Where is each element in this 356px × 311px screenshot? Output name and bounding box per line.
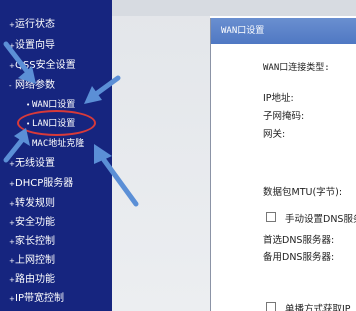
sidebar-item-routing[interactable]: +路由功能 xyxy=(9,272,55,288)
gateway-label: 网关: xyxy=(263,129,286,140)
subnet-mask-label: 子网掩码: xyxy=(263,111,305,122)
sidebar-item-running-status[interactable]: +运行状态 xyxy=(9,17,55,33)
sidebar-item-parental[interactable]: +家长控制 xyxy=(9,234,55,250)
ip-address-label: IP地址: xyxy=(263,93,294,104)
sidebar-item-setup-wizard[interactable]: +设置向导 xyxy=(9,38,55,54)
sidebar-item-label: QSS安全设置 xyxy=(15,60,76,71)
primary-dns-label: 首选DNS服务器: xyxy=(263,235,335,246)
wan-connection-type-label: WAN口连接类型: xyxy=(263,63,330,73)
sidebar-item-label: 设置向导 xyxy=(15,40,55,51)
sidebar-item-label: 上网控制 xyxy=(15,255,55,266)
unicast-checkbox[interactable] xyxy=(266,302,276,311)
sidebar-menu: +运行状态 +设置向导 +QSS安全设置 - 网络参数 • WAN口设置 • LAN口… xyxy=(0,0,112,311)
content-gutter xyxy=(112,0,210,311)
sidebar-item-qss-security[interactable]: +QSS安全设置 xyxy=(9,58,76,74)
sidebar-item-dhcp[interactable]: +DHCP服务器 xyxy=(9,176,73,192)
sidebar-item-bandwidth[interactable]: +IP带宽控制 xyxy=(9,291,64,307)
sidebar-item-label: 安全功能 xyxy=(15,217,55,228)
sidebar-item-label: 路由功能 xyxy=(15,274,55,285)
sidebar-item-label: 网络参数 xyxy=(15,80,55,91)
sidebar-item-label: 转发规则 xyxy=(15,198,55,209)
sidebar-item-access-control[interactable]: +上网控制 xyxy=(9,253,55,269)
sidebar-item-label: WAN口设置 xyxy=(32,100,76,110)
sidebar-item-label: 运行状态 xyxy=(15,19,55,30)
backup-dns-label: 备用DNS服务器: xyxy=(263,252,335,263)
sidebar-item-label: IP带宽控制 xyxy=(15,293,64,304)
manual-dns-checkbox[interactable] xyxy=(266,212,276,222)
wan-settings-panel: WAN口设置 WAN口连接类型: IP地址: 子网掩码: 网关: 数据包MTU(… xyxy=(210,18,356,311)
sidebar-item-label: 家长控制 xyxy=(15,236,55,247)
panel-title: WAN口设置 xyxy=(211,18,356,44)
manual-dns-label: 手动设置DNS服务 xyxy=(285,214,356,225)
highlight-oval xyxy=(17,110,96,136)
top-bar xyxy=(112,0,356,16)
sidebar-item-security[interactable]: +安全功能 xyxy=(9,215,55,231)
sidebar-item-label: 无线设置 xyxy=(15,158,55,169)
unicast-ip-label: 单播方式获取IP xyxy=(285,304,351,311)
sidebar-item-forwarding[interactable]: +转发规则 xyxy=(9,196,55,212)
sidebar-item-label: MAC地址克隆 xyxy=(32,139,85,149)
mtu-label: 数据包MTU(字节): xyxy=(263,187,343,198)
sidebar-item-network-params[interactable]: - 网络参数 xyxy=(9,78,55,94)
sidebar-item-label: DHCP服务器 xyxy=(15,178,74,189)
sidebar-item-wireless[interactable]: +无线设置 xyxy=(9,156,55,172)
sidebar-item-mac-clone[interactable]: • MAC地址克隆 xyxy=(26,136,84,152)
